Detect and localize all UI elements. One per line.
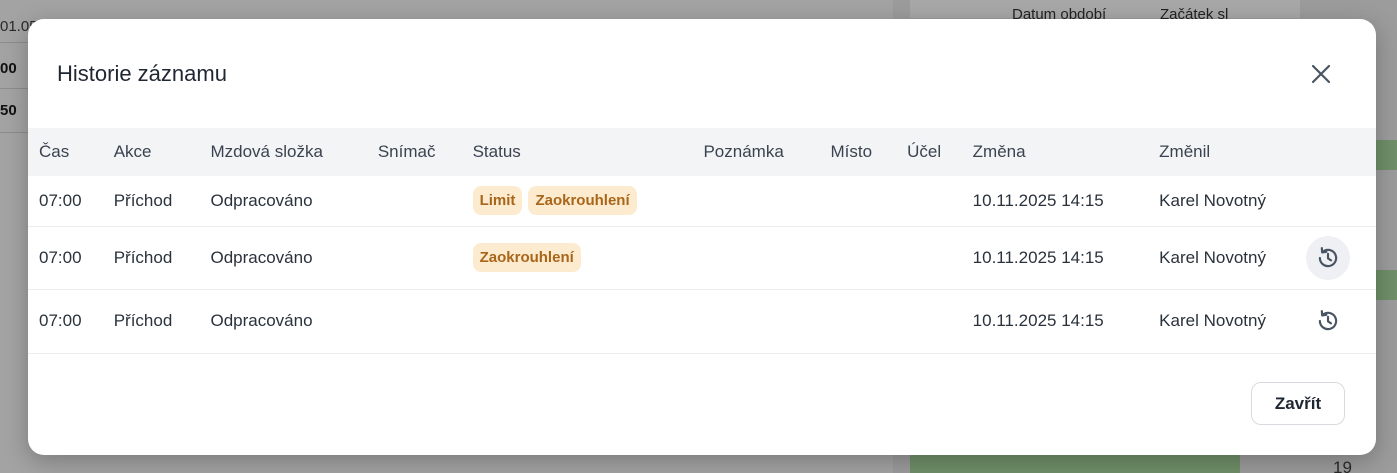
cell-zmenil: Karel Novotný [1159, 190, 1266, 210]
cell-snimac [378, 289, 473, 353]
cell-mzdova-slozka: Odpracováno [210, 190, 313, 210]
bg-text: 50 [0, 102, 17, 119]
cell-ucel [907, 226, 973, 289]
cell-cas: 07:00 [39, 311, 82, 330]
history-dialog: Historie záznamu Čas Akce Mzdová složka … [28, 19, 1376, 455]
cell-cas: 07:00 [39, 190, 82, 210]
column-header-cas[interactable]: Čas [28, 128, 114, 176]
column-header-zmena[interactable]: Změna [973, 128, 1160, 176]
bg-text: 19 [1333, 458, 1352, 473]
column-header-status[interactable]: Status [473, 128, 704, 176]
cell-poznamka [703, 289, 830, 353]
status-badge: Limit [472, 186, 523, 216]
status-badge: Zaokrouhlení [472, 243, 581, 272]
cell-akce: Příchod [113, 190, 173, 210]
close-icon [1311, 64, 1331, 84]
cell-misto [831, 289, 908, 353]
cell-status: Limit Zaokrouhlení [472, 176, 704, 226]
column-header-zmenil[interactable]: Změnil [1159, 128, 1315, 176]
cell-cas: 07:00 [39, 247, 82, 267]
cell-snimac [378, 176, 473, 226]
table-row: 07:00 Příchod Odpracováno Limit Zaokrouhl… [28, 176, 1376, 226]
cell-zmena: 10.11.2025 14:15 [972, 247, 1104, 267]
cell-mzdova-slozka: Odpracováno [210, 247, 313, 267]
cell-akce: Příchod [113, 311, 173, 330]
table-header-row: Čas Akce Mzdová složka Snímač Status Poz… [28, 128, 1376, 176]
column-header-misto[interactable]: Místo [831, 128, 908, 176]
column-header-ucel[interactable]: Účel [907, 128, 973, 176]
cell-actions [1306, 226, 1376, 289]
dialog-title: Historie záznamu [57, 61, 227, 86]
cell-misto [831, 226, 908, 289]
cell-ucel [907, 289, 973, 353]
close-button[interactable] [1306, 59, 1336, 89]
restore-button[interactable] [1306, 235, 1351, 280]
column-header-mzdova-slozka[interactable]: Mzdová složka [210, 128, 377, 176]
column-header-poznamka[interactable]: Poznámka [703, 128, 830, 176]
cell-zmenil: Karel Novotný [1159, 311, 1266, 330]
status-badge: Zaokrouhlení [528, 186, 637, 216]
cell-ucel [907, 176, 973, 226]
column-header-snimac[interactable]: Snímač [378, 128, 473, 176]
column-header-akce[interactable]: Akce [114, 128, 211, 176]
cell-akce: Příchod [113, 247, 173, 267]
cell-status [473, 289, 704, 353]
cell-zmena: 10.11.2025 14:15 [972, 311, 1104, 330]
restore-button[interactable] [1306, 299, 1350, 343]
cell-poznamka [703, 176, 830, 226]
restore-icon [1319, 309, 1338, 331]
cell-zmena: 10.11.2025 14:15 [972, 190, 1104, 210]
history-table: Čas Akce Mzdová složka Snímač Status Poz… [28, 128, 1376, 354]
table-row: 07:00 Příchod Odpracováno Zaokrouhlení 1… [28, 226, 1376, 289]
cell-misto [831, 176, 908, 226]
cell-status: Zaokrouhlení [472, 226, 704, 289]
cell-actions [1315, 289, 1376, 353]
bg-text: 00 [0, 60, 17, 77]
close-dialog-button[interactable]: Zavřít [1251, 382, 1345, 425]
cell-snimac [378, 226, 473, 289]
table-row: 07:00 Příchod Odpracováno 10.11.2025 14:… [28, 289, 1376, 353]
cell-actions [1315, 176, 1376, 226]
restore-icon [1319, 246, 1338, 267]
bg-green-cell [910, 455, 1240, 473]
cell-poznamka [703, 226, 830, 289]
cell-mzdova-slozka: Odpracováno [210, 311, 313, 330]
cell-zmenil: Karel Novotný [1159, 247, 1266, 267]
column-header-actions [1315, 128, 1376, 176]
